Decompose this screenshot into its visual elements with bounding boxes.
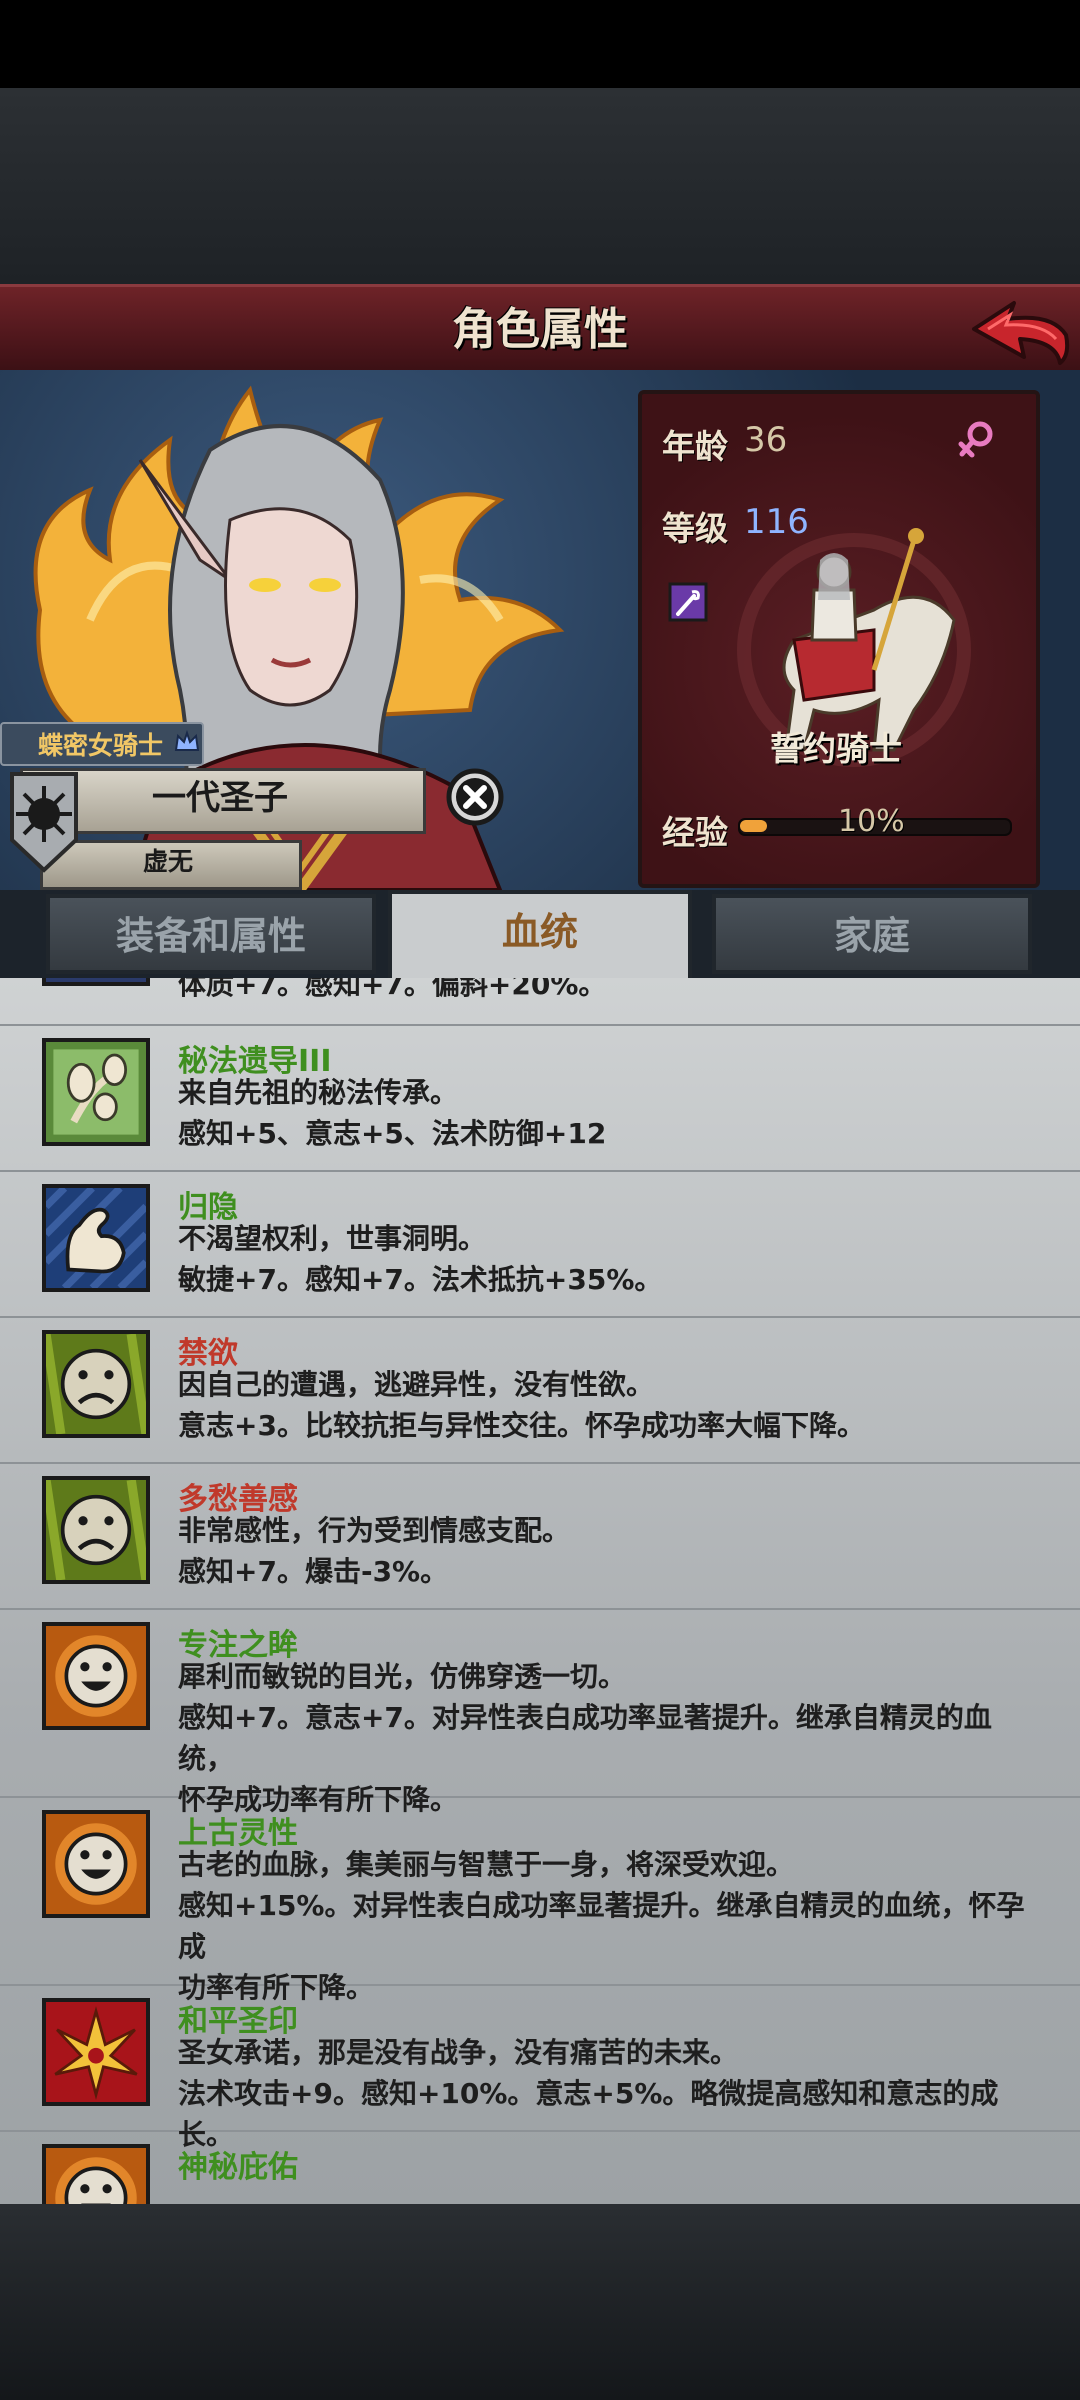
- trait-description: 体质+7。感知+7。偏斜+20%。: [178, 978, 607, 1001]
- trait-row[interactable]: 归隐 不渴望权利，世事洞明。 敏捷+7。感知+7。法术抵抗+35%。: [0, 1170, 1080, 1318]
- character-title-tag: 蝶密女骑士: [38, 731, 164, 760]
- trait-row[interactable]: 多愁善感 非常感性，行为受到情感支配。 感知+7。爆击-3%。: [0, 1462, 1080, 1610]
- close-icon[interactable]: [446, 768, 504, 826]
- trait-description: 来自先祖的秘法传承。 感知+5、意志+5、法术防御+12: [178, 1076, 607, 1150]
- unknown-icon: [42, 978, 150, 986]
- trait-name: 神秘庇佑: [178, 2150, 298, 2185]
- trait-description: 非常感性，行为受到情感支配。 感知+7。爆击-3%。: [178, 1514, 571, 1588]
- age-value: 36: [744, 420, 788, 460]
- happy-face-icon: [42, 2144, 150, 2204]
- faction-shield-icon: [10, 772, 78, 873]
- female-symbol-icon: [958, 421, 993, 458]
- tree-icon: [42, 1038, 150, 1146]
- tab-equipment[interactable]: 装备和属性: [46, 894, 376, 974]
- exp-value: 10%: [838, 804, 905, 839]
- trait-description: 不渴望权利，世事洞明。 敏捷+7。感知+7。法术抵抗+35%。: [178, 1222, 663, 1296]
- trait-list[interactable]: 体质+7。感知+7。偏斜+20%。秘法遗导III 来自先祖的秘法传承。 感知+5、…: [0, 978, 1080, 2204]
- trait-row[interactable]: 上古灵性 古老的血脉，集美丽与智慧于一身，将深受欢迎。 感知+15%。对异性表白成…: [0, 1796, 1080, 2004]
- trait-row[interactable]: 秘法遗导III 来自先祖的秘法传承。 感知+5、意志+5、法术防御+12: [0, 1024, 1080, 1172]
- trait-row[interactable]: 神秘庇佑: [0, 2130, 1080, 2204]
- holy-seal-icon: [42, 1998, 150, 2106]
- trait-row[interactable]: 体质+7。感知+7。偏斜+20%。: [0, 978, 1080, 1026]
- page-title: 角色属性: [452, 304, 628, 355]
- trait-row[interactable]: 专注之眸 犀利而敏锐的目光，仿佛穿透一切。 感知+7。意志+7。对异性表白成功率显…: [0, 1608, 1080, 1816]
- sad-face-icon: [42, 1330, 150, 1438]
- trait-row[interactable]: 禁欲 因自己的遭遇，逃避异性，没有性欲。 意志+3。比较抗拒与异性交往。怀孕成功率…: [0, 1316, 1080, 1464]
- top-background: [0, 88, 1080, 284]
- staff-skill-icon[interactable]: [668, 582, 708, 622]
- back-arrow-icon[interactable]: [968, 295, 1072, 367]
- exp-bar-fill: [740, 820, 767, 832]
- level-label: 等级: [662, 509, 728, 548]
- class-name: 誓约骑士: [770, 729, 902, 768]
- trait-description: 因自己的遭遇，逃避异性，没有性欲。 意志+3。比较抗拒与异性交往。怀孕成功率大幅…: [178, 1368, 865, 1442]
- character-name: 一代圣子: [152, 778, 288, 818]
- bottom-background: [0, 2204, 1080, 2400]
- age-label: 年龄: [662, 427, 728, 466]
- flex-arm-icon: [42, 1184, 150, 1292]
- tab-bloodline[interactable]: 血统: [388, 890, 692, 978]
- happy-face-icon: [42, 1622, 150, 1730]
- sad-face-icon: [42, 1476, 150, 1584]
- crown-icon: [174, 730, 200, 751]
- tab-family[interactable]: 家庭: [712, 894, 1032, 974]
- exp-label: 经验: [662, 813, 728, 852]
- header-bar: 角色属性: [0, 284, 1080, 373]
- trait-row[interactable]: 和平圣印 圣女承诺，那是没有战争，没有痛苦的未来。 法术攻击+9。感知+10%。意…: [0, 1984, 1080, 2151]
- happy-face-icon: [42, 1810, 150, 1918]
